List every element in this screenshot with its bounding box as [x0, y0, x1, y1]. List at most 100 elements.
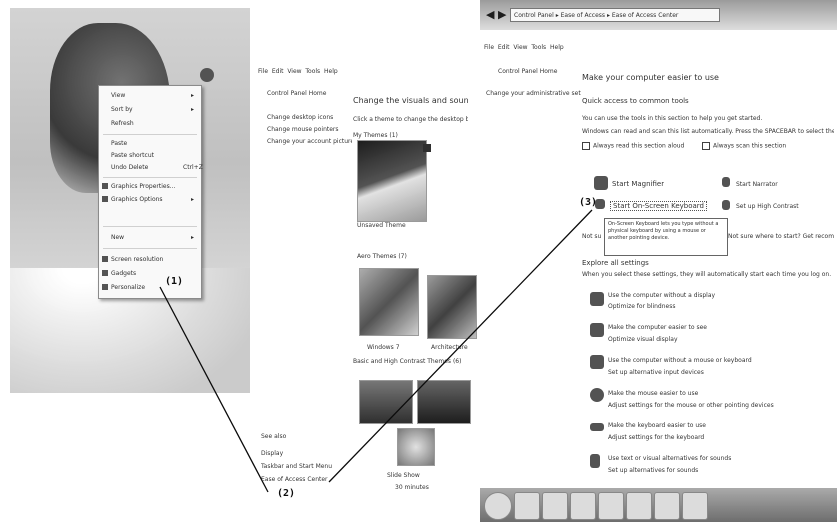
menu-file[interactable]: File — [484, 44, 494, 51]
address-bar[interactable]: Control Panel ▸ Ease of Access ▸ Ease of… — [510, 8, 720, 22]
chevron-right-icon: ▸ — [191, 234, 195, 241]
aero-themes-header: Aero Themes (7) — [357, 253, 407, 260]
color-swatch — [423, 144, 431, 152]
menu-tools[interactable]: Tools — [531, 44, 546, 51]
slideshow-label: Slide Show — [387, 472, 420, 479]
menu-item-undo-delete[interactable]: Undo Delete Ctrl+Z — [111, 164, 203, 171]
media-player-icon[interactable] — [570, 492, 596, 520]
setting-sub-keyboard: Adjust settings for the keyboard — [608, 434, 705, 441]
glare-icon — [200, 68, 214, 82]
menu-item-refresh[interactable]: Refresh — [111, 120, 134, 127]
theme-thumb-basic[interactable] — [359, 380, 413, 424]
explore-desc: When you select these settings, they wil… — [582, 271, 832, 278]
ie-icon[interactable] — [514, 492, 540, 520]
menu-item-personalize[interactable]: Personalize — [102, 284, 145, 291]
menu-item-sort-by[interactable]: Sort by ▸ — [111, 106, 194, 113]
high-contrast-link[interactable]: Set up High Contrast — [736, 203, 836, 210]
setting-sub-mouse: Adjust settings for the mouse or other p… — [608, 402, 774, 409]
setting-title-no-display[interactable]: Use the computer without a display — [608, 292, 758, 299]
setting-title-easier-see[interactable]: Make the computer easier to see — [608, 324, 758, 331]
menu-separator — [103, 248, 197, 249]
theme-thumb-classic[interactable] — [417, 380, 471, 424]
title-bar: ◀ ▶ Control Panel ▸ Ease of Access ▸ Eas… — [480, 0, 837, 30]
graphics-icon — [102, 196, 108, 202]
quick-access-desc-2: Windows can read and scan this list auto… — [582, 128, 834, 135]
link-taskbar-start-menu[interactable]: Taskbar and Start Menu — [261, 463, 341, 470]
ease-of-access-window: ◀ ▶ Control Panel ▸ Ease of Access ▸ Eas… — [480, 0, 837, 522]
keyboard-icon — [595, 199, 605, 209]
start-orb-icon[interactable] — [484, 492, 512, 520]
slideshow-sub: 30 minutes — [395, 484, 429, 491]
link-admin-settings[interactable]: Change your administrative settings — [486, 90, 581, 97]
menu-separator — [103, 226, 197, 227]
app-icon[interactable] — [654, 492, 680, 520]
slideshow-thumb[interactable] — [397, 428, 435, 466]
link-account-picture[interactable]: Change your account picture — [267, 138, 352, 145]
callout-1: (1) — [165, 276, 184, 287]
menu-item-new[interactable]: New ▸ — [111, 234, 194, 241]
setting-title-no-mouse[interactable]: Use the computer without a mouse or keyb… — [608, 357, 778, 364]
link-ease-of-access-center[interactable]: Ease of Access Center — [261, 476, 341, 483]
my-themes-header: My Themes (1) — [353, 132, 398, 139]
theme-label-architecture: Architecture — [431, 344, 468, 351]
menu-tools[interactable]: Tools — [305, 68, 320, 75]
keyboard-tooltip: On-Screen Keyboard lets you type without… — [604, 218, 728, 256]
theme-thumb-windows7[interactable] — [359, 268, 419, 336]
menu-bar: File Edit View Tools Help — [484, 44, 564, 51]
menu-item-graphics-properties[interactable]: Graphics Properties... — [102, 183, 175, 190]
start-narrator-link[interactable]: Start Narrator — [736, 181, 778, 188]
menu-separator — [103, 134, 197, 135]
recommendations-link[interactable]: Not sure where to start? Get recommendat… — [728, 233, 834, 240]
menu-view[interactable]: View — [513, 44, 527, 51]
menu-separator — [103, 177, 197, 178]
start-onscreen-keyboard-link[interactable]: Start On-Screen Keyboard — [610, 201, 707, 211]
link-display[interactable]: Display — [261, 450, 283, 457]
menu-item-paste[interactable]: Paste — [111, 140, 127, 147]
check-scan[interactable]: Always scan this section — [702, 142, 786, 150]
setting-title-mouse[interactable]: Make the mouse easier to use — [608, 390, 778, 397]
desktop-context-menu: View ▸ Sort by ▸ Refresh Paste Paste short… — [98, 85, 203, 299]
menu-view[interactable]: View — [287, 68, 301, 75]
setting-title-keyboard[interactable]: Make the keyboard easier to use — [608, 422, 778, 429]
link-desktop-icons[interactable]: Change desktop icons — [267, 114, 352, 121]
chevron-right-icon: ▸ — [191, 106, 195, 113]
contrast-icon — [722, 200, 730, 210]
app-icon[interactable] — [626, 492, 652, 520]
menu-item-screen-resolution[interactable]: Screen resolution — [102, 256, 163, 263]
gadgets-icon — [102, 270, 108, 276]
keyboard-icon — [590, 423, 604, 431]
back-arrow-icon[interactable]: ◀ — [486, 8, 494, 21]
check-read-aloud[interactable]: Always read this section aloud — [582, 142, 684, 150]
forward-arrow-icon[interactable]: ▶ — [498, 8, 506, 21]
theme-thumb-unsaved[interactable] — [357, 140, 427, 222]
menu-edit[interactable]: Edit — [272, 68, 284, 75]
menu-file[interactable]: File — [258, 68, 268, 75]
menu-help[interactable]: Help — [550, 44, 564, 51]
theme-label-windows7: Windows 7 — [367, 344, 400, 351]
control-panel-icon[interactable] — [682, 492, 708, 520]
app-icon[interactable] — [598, 492, 624, 520]
page-description: Click a theme to change the desktop back… — [353, 116, 468, 123]
menu-item-view[interactable]: View ▸ — [111, 92, 194, 99]
menu-item-gadgets[interactable]: Gadgets — [102, 270, 136, 277]
start-magnifier-link[interactable]: Start Magnifier — [612, 180, 664, 188]
page-title: Change the visuals and sounds on your co… — [353, 96, 468, 105]
link-control-panel-home[interactable]: Control Panel Home — [498, 68, 578, 75]
shortcut-label: Ctrl+Z — [183, 164, 203, 171]
desktop-screenshot: View ▸ Sort by ▸ Refresh Paste Paste short… — [10, 8, 250, 393]
menu-edit[interactable]: Edit — [498, 44, 510, 51]
link-control-panel-home[interactable]: Control Panel Home — [267, 90, 352, 97]
basic-themes-header: Basic and High Contrast Themes (6) — [353, 358, 462, 365]
display-off-icon — [590, 292, 604, 306]
not-sure-label: Not su — [582, 233, 602, 240]
sound-icon — [590, 454, 600, 468]
link-mouse-pointers[interactable]: Change mouse pointers — [267, 126, 352, 133]
theme-thumb-architecture[interactable] — [427, 275, 477, 339]
callout-2: (2) — [277, 488, 296, 499]
menu-item-graphics-options[interactable]: Graphics Options ▸ — [102, 196, 194, 203]
explorer-icon[interactable] — [542, 492, 568, 520]
menu-item-paste-shortcut[interactable]: Paste shortcut — [111, 152, 154, 159]
setting-title-sounds[interactable]: Use text or visual alternatives for soun… — [608, 455, 778, 462]
quick-access-desc: You can use the tools in this section to… — [582, 115, 763, 122]
menu-help[interactable]: Help — [324, 68, 338, 75]
